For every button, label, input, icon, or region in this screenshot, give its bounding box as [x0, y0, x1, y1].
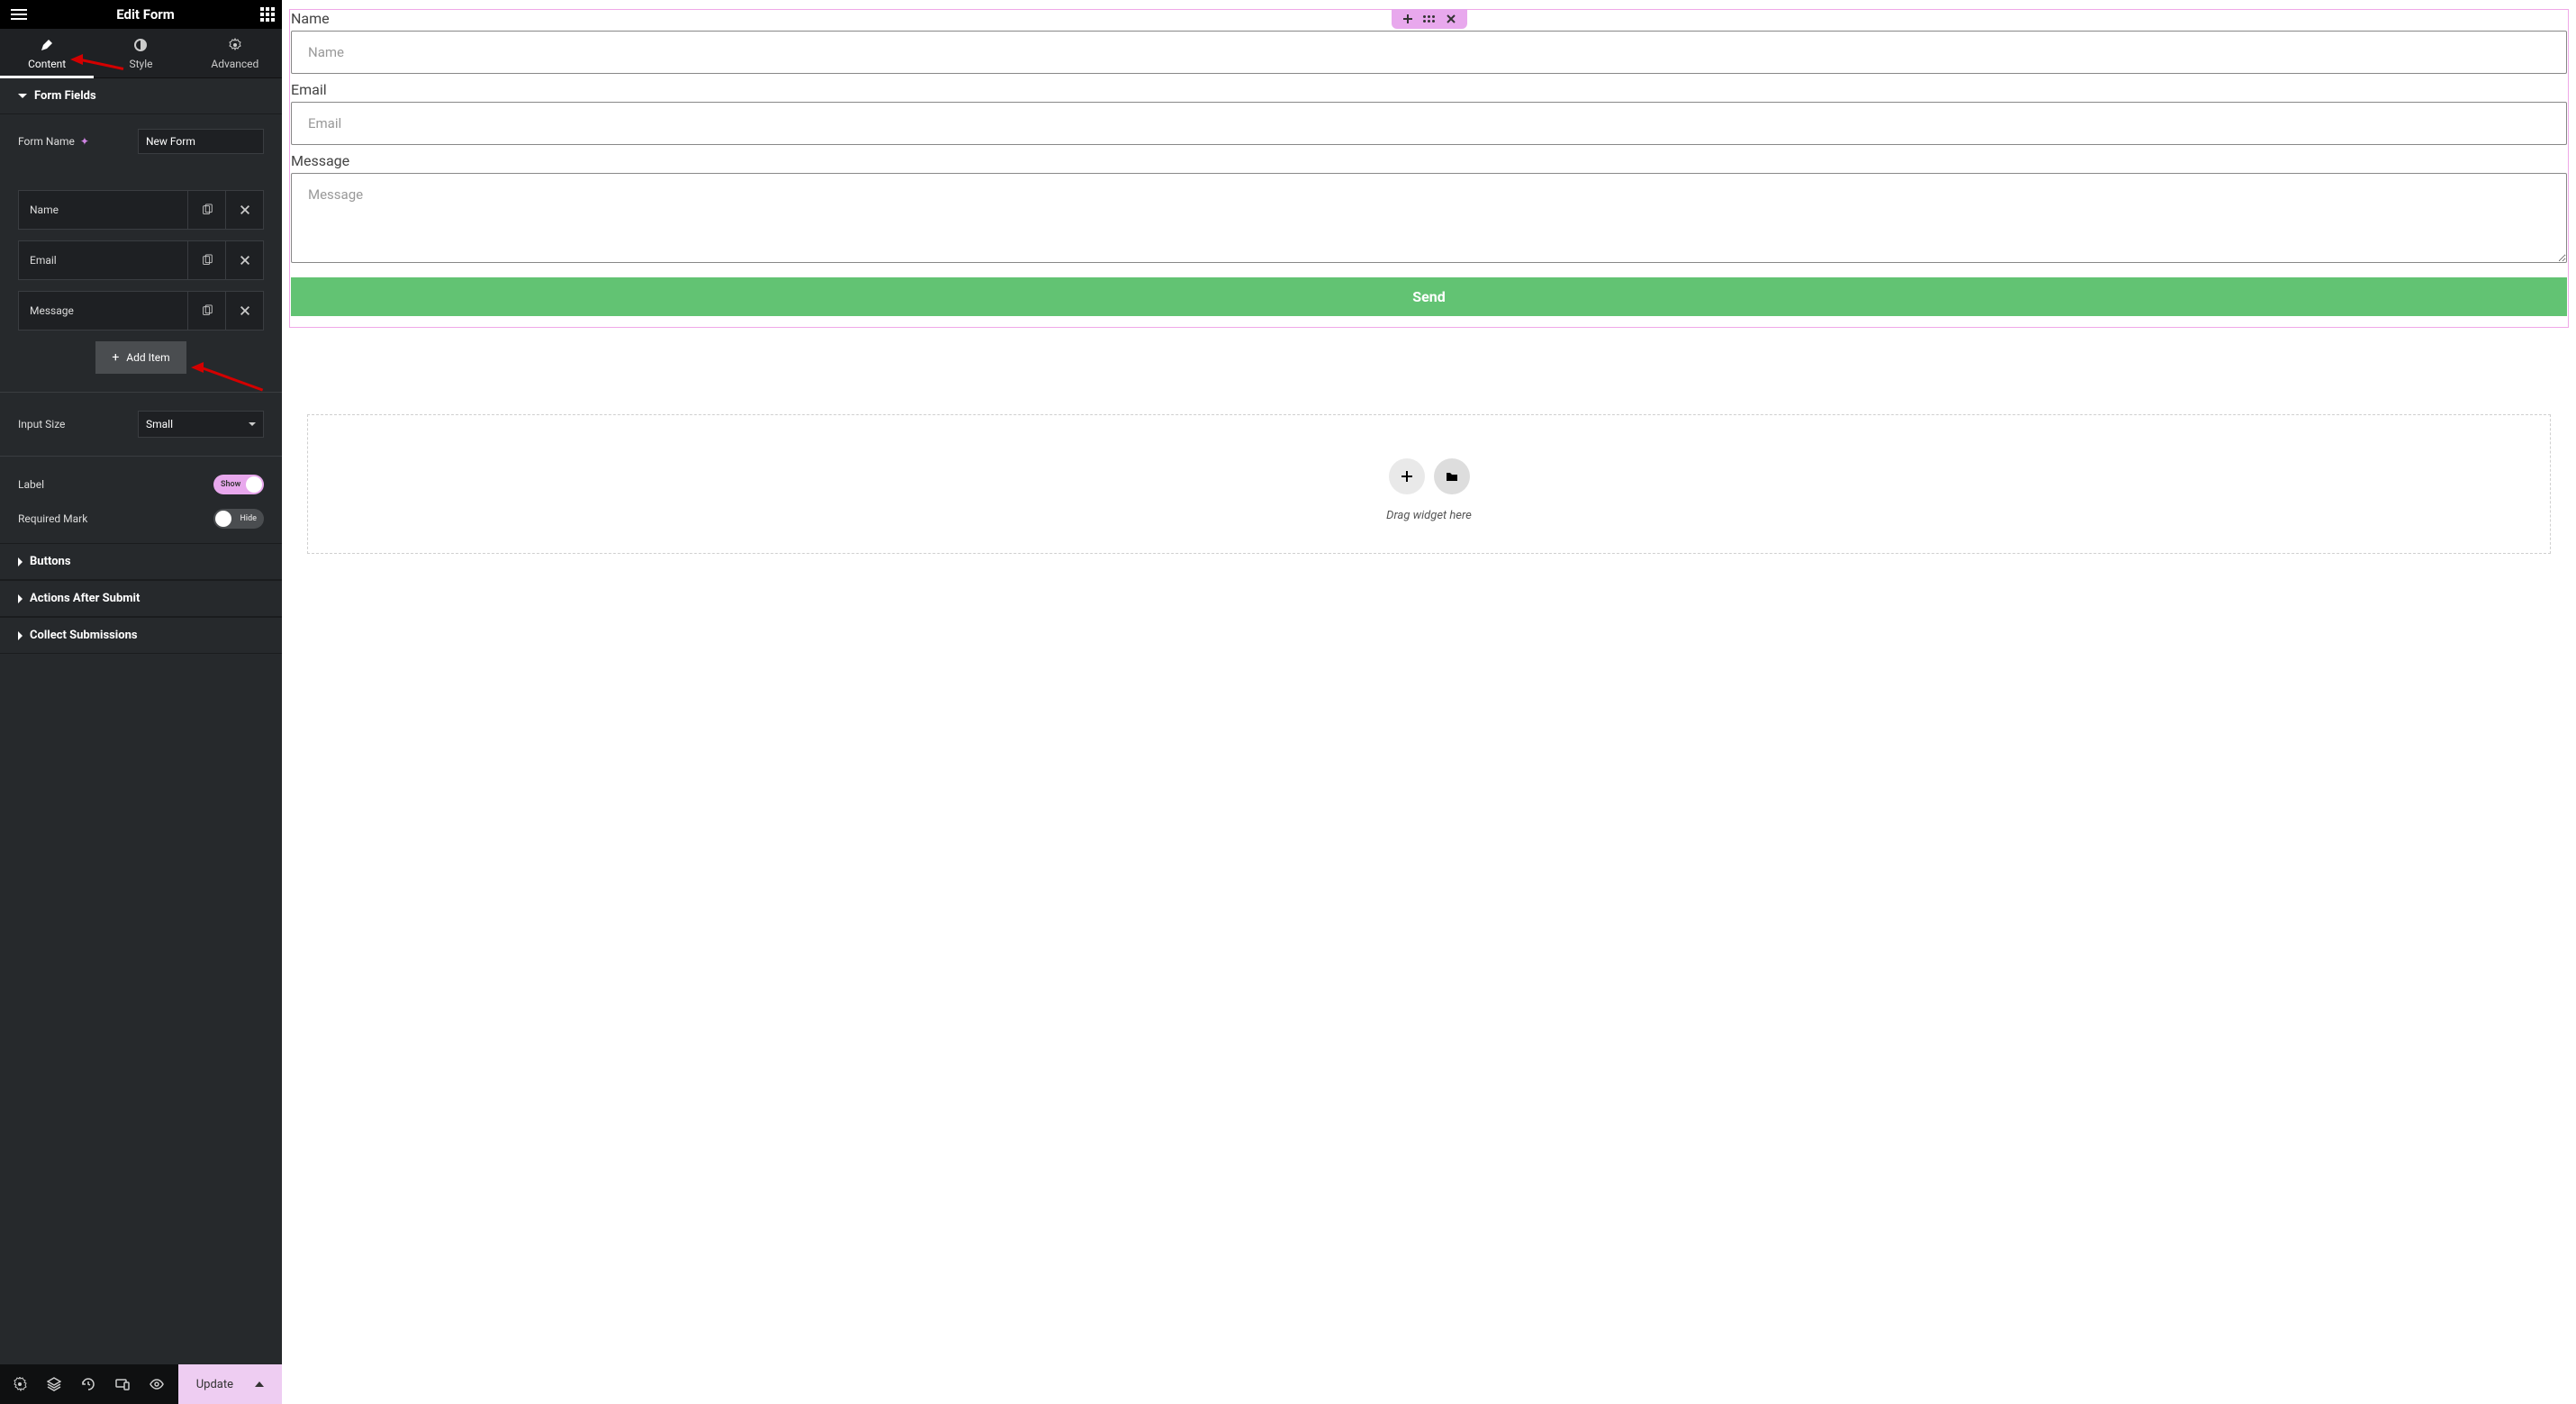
- section-collect-submissions[interactable]: Collect Submissions: [0, 617, 282, 654]
- repeater-item[interactable]: Message: [18, 291, 264, 331]
- settings-icon[interactable]: [13, 1377, 27, 1391]
- close-icon: [239, 204, 251, 216]
- plus-icon: +: [112, 350, 119, 365]
- duplicate-button[interactable]: [187, 191, 225, 229]
- panel-title: Edit Form: [116, 6, 175, 23]
- input-size-label: Input Size: [18, 418, 65, 430]
- form-widget[interactable]: Name Email Message Send: [289, 9, 2569, 328]
- widget-dropzone[interactable]: Drag widget here: [307, 414, 2551, 554]
- label-toggle-label: Label: [18, 478, 44, 491]
- form-name-input[interactable]: [138, 129, 264, 154]
- contrast-icon: [133, 38, 148, 52]
- duplicate-button[interactable]: [187, 292, 225, 330]
- add-section-button[interactable]: [1389, 458, 1425, 494]
- responsive-icon[interactable]: [115, 1377, 130, 1391]
- widgets-grid-icon[interactable]: [260, 7, 275, 22]
- editor-canvas: Name Email Message Send Drag widget here: [282, 0, 2576, 1404]
- widget-toolbar: [1392, 9, 1467, 29]
- close-icon: [239, 254, 251, 267]
- caret-right-icon: [18, 557, 23, 566]
- ai-sparkle-icon[interactable]: ✦: [80, 135, 89, 148]
- section-form-fields[interactable]: Form Fields: [0, 78, 282, 114]
- dropzone-hint: Drag widget here: [308, 509, 2550, 522]
- required-mark-label: Required Mark: [18, 512, 87, 525]
- section-actions-after-submit[interactable]: Actions After Submit: [0, 580, 282, 617]
- form-name-label: Form Name: [18, 135, 75, 148]
- navigator-icon[interactable]: [47, 1377, 61, 1391]
- editor-sidebar: Edit Form Content Style Advanced Form Fi…: [0, 0, 282, 1404]
- copy-icon: [201, 304, 213, 317]
- remove-button[interactable]: [225, 241, 263, 279]
- folder-icon: [1446, 470, 1458, 483]
- repeater-item-label: Name: [19, 191, 187, 229]
- close-icon: [239, 304, 251, 317]
- delete-widget-button[interactable]: [1440, 11, 1462, 27]
- add-item-button[interactable]: +Add Item: [95, 341, 186, 374]
- tab-content[interactable]: Content: [0, 29, 94, 77]
- copy-icon: [201, 204, 213, 216]
- repeater-item[interactable]: Email: [18, 240, 264, 280]
- history-icon[interactable]: [81, 1377, 95, 1391]
- drag-icon: [1423, 15, 1435, 23]
- add-widget-button[interactable]: [1397, 11, 1419, 27]
- copy-icon: [201, 254, 213, 267]
- menu-icon[interactable]: [7, 5, 31, 23]
- input-size-select[interactable]: Small: [138, 411, 264, 438]
- section-buttons[interactable]: Buttons: [0, 543, 282, 580]
- name-input[interactable]: [291, 31, 2567, 74]
- required-mark-toggle[interactable]: Hide: [213, 509, 264, 529]
- caret-right-icon: [18, 594, 23, 603]
- submit-button[interactable]: Send: [291, 277, 2567, 316]
- message-textarea[interactable]: [291, 173, 2567, 263]
- field-label-message: Message: [291, 152, 2567, 169]
- remove-button[interactable]: [225, 191, 263, 229]
- pencil-icon: [40, 38, 54, 52]
- remove-button[interactable]: [225, 292, 263, 330]
- chevron-down-icon: [249, 422, 256, 426]
- chevron-up-icon: [255, 1381, 264, 1387]
- preview-icon[interactable]: [150, 1377, 164, 1391]
- email-input[interactable]: [291, 102, 2567, 145]
- repeater-item[interactable]: Name: [18, 190, 264, 230]
- update-button[interactable]: Update: [178, 1364, 282, 1404]
- repeater-item-label: Email: [19, 241, 187, 279]
- tab-style[interactable]: Style: [94, 29, 187, 77]
- caret-right-icon: [18, 631, 23, 640]
- drag-handle[interactable]: [1419, 11, 1440, 27]
- gear-icon: [228, 38, 242, 52]
- editor-tabs: Content Style Advanced: [0, 29, 282, 78]
- repeater-item-label: Message: [19, 292, 187, 330]
- sidebar-header: Edit Form: [0, 0, 282, 29]
- fields-repeater: Name Email Message +Add Item: [18, 190, 264, 374]
- sidebar-footer: Update: [0, 1364, 282, 1404]
- tab-advanced[interactable]: Advanced: [188, 29, 282, 77]
- label-toggle[interactable]: Show: [213, 475, 264, 494]
- plus-icon: [1401, 470, 1413, 483]
- caret-down-icon: [18, 94, 27, 98]
- template-library-button[interactable]: [1434, 458, 1470, 494]
- field-label-email: Email: [291, 81, 2567, 98]
- duplicate-button[interactable]: [187, 241, 225, 279]
